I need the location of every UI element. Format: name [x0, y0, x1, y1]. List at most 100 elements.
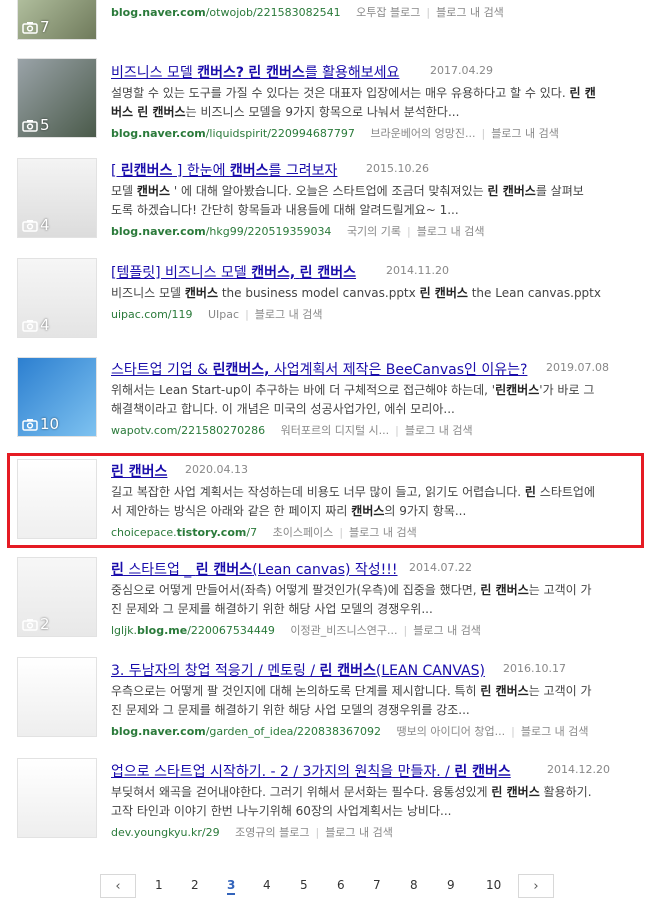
blog-name-link[interactable]: 워터포르의 디지털 시...	[281, 424, 390, 437]
url-fragment: /hkg99/220519359034	[205, 225, 332, 238]
result-title-link[interactable]: 3. 두남자의 창업 적응기 / 멘토링 / 린 캔버스(LEAN CANVAS…	[111, 660, 485, 680]
result-meta: blog.naver.com/hkg99/220519359034 국기의 기록…	[111, 223, 484, 239]
page-link[interactable]: 2	[191, 878, 199, 892]
result-thumbnail[interactable]: 4	[17, 158, 97, 238]
result-meta: blog.naver.com/otwojob/221583082541 오투잡 …	[111, 4, 504, 20]
separator	[271, 424, 275, 437]
blog-search-link[interactable]: 블로그 내 검색	[436, 6, 504, 19]
result-url-link[interactable]: dev.youngkyu.kr/29	[111, 826, 220, 839]
url-fragment: blog.naver.com	[111, 6, 206, 19]
snippet-fragment: 린 캔버스	[487, 184, 536, 198]
snippet-fragment: 해결책이라고 합니다. 이 개념은 미국의 성공사업가인, 에쉬 모리아...	[111, 402, 455, 416]
image-count: 4	[22, 216, 50, 234]
page-link[interactable]: 4	[263, 878, 271, 892]
page-link[interactable]: 7	[373, 878, 381, 892]
blog-name-link[interactable]: 국기의 기록	[347, 225, 401, 238]
url-fragment: /liquidspirit/220994687797	[205, 127, 355, 140]
result-date: 2014.07.22	[409, 561, 472, 574]
thumbnail-image	[18, 658, 96, 736]
result-url-link[interactable]: blog.naver.com/otwojob/221583082541	[111, 6, 341, 19]
result-thumbnail[interactable]: 7	[17, 0, 97, 40]
blog-name-link[interactable]: 브라운베어의 엉망진...	[370, 127, 475, 140]
result-snippet: 위해서는 Lean Start-up이 추구하는 바에 더 구체적으로 접근해야…	[111, 381, 636, 419]
blog-name-link[interactable]: 오투잡 블로그	[356, 6, 420, 19]
title-fragment: 를 그려보자	[268, 163, 338, 179]
snippet-fragment: 는 고객이 가	[528, 583, 592, 597]
snippet-line: 해결책이라고 합니다. 이 개념은 미국의 성공사업가인, 에쉬 모리아...	[111, 400, 636, 419]
result-title-link[interactable]: 비즈니스 모델 캔버스? 린 캔버스를 활용해보세요	[111, 62, 399, 82]
result-date: 2015.10.26	[366, 162, 429, 175]
blog-name-link[interactable]: 땡보의 아이디어 창업...	[397, 725, 506, 738]
blog-search-link[interactable]: 블로그 내 검색	[413, 624, 481, 637]
result-snippet: 비즈니스 모델 캔버스 the business model canvas.pp…	[111, 284, 636, 303]
result-snippet: 중심으로 어떻게 만들어서(좌측) 어떻게 팔것인가(우측)에 집중을 했다면,…	[111, 581, 636, 619]
page-link[interactable]: 8	[410, 878, 418, 892]
blog-name-link[interactable]: 이정관_비즈니스연구...	[290, 624, 397, 637]
snippet-fragment: 린캔버스	[495, 383, 540, 397]
result-url-link[interactable]: blog.naver.com/garden_of_idea/2208383670…	[111, 725, 381, 738]
result-url-link[interactable]: uipac.com/119	[111, 308, 193, 321]
page-link[interactable]: 9	[447, 878, 455, 892]
separator	[347, 6, 351, 19]
snippet-fragment: '가 바로 그	[539, 383, 595, 397]
result-url-link[interactable]: blog.naver.com/liquidspirit/220994687797	[111, 127, 355, 140]
snippet-line: 버스 린 캔버스는 비즈니스 모델을 9가지 항목으로 나눠서 분석한다...	[111, 103, 636, 122]
page-link[interactable]: 10	[486, 878, 501, 892]
result-title-link[interactable]: 업으로 스타트업 시작하기. - 2 / 3가지의 원칙을 만들자. / 린 캔…	[111, 761, 511, 781]
result-snippet: 면 기획 걱정 하지 않으셔도 됩니다. 완벽한 기획서로 IT프로젝트 성공적…	[111, 0, 636, 1]
result-thumbnail[interactable]	[17, 657, 97, 737]
snippet-line: 중심으로 어떻게 만들어서(좌측) 어떻게 팔것인가(우측)에 집중을 했다면,…	[111, 581, 636, 600]
separator: |	[407, 225, 411, 238]
title-fragment: 캔버스	[229, 163, 269, 179]
separator: |	[426, 6, 431, 19]
blog-search-link[interactable]: 블로그 내 검색	[491, 127, 559, 140]
page-link[interactable]: 5	[300, 878, 308, 892]
snippet-line: 부딪혀서 왜곡을 걷어내야한다. 그러기 위해서 문서화는 필수다. 융통성있게…	[111, 783, 636, 802]
blog-name-link[interactable]: 조영규의 블로그	[235, 826, 309, 839]
result-title-link[interactable]: [템플릿] 비즈니스 모델 캔버스, 린 캔버스	[111, 262, 356, 282]
title-fragment: ] 한눈에	[172, 163, 230, 179]
title-fragment: 린 캔버스	[195, 562, 253, 578]
separator	[361, 127, 365, 140]
page-link[interactable]: 1	[155, 878, 163, 892]
chevron-right-icon: ›	[533, 878, 539, 894]
pagination: ‹ 1 2 3 4 5 6 7 8 9 10 ›	[0, 874, 645, 900]
result-thumbnail[interactable]: 5	[17, 58, 97, 138]
snippet-fragment: 위해서는 Lean Start-up이 추구하는 바에 더 구체적으로 접근해야…	[111, 383, 496, 397]
snippet-fragment: 린 캔	[569, 86, 596, 100]
url-fragment: dev.youngkyu.kr/29	[111, 826, 220, 839]
blog-name-link[interactable]: UIpac	[208, 308, 239, 321]
title-fragment: 린 캔버스	[248, 65, 305, 81]
separator: |	[511, 725, 515, 738]
snippet-fragment: 진 문제와 그 문제를 해결하기 위한 해당 사업 모델의 경쟁우위를 강조..…	[111, 703, 470, 717]
result-title-link[interactable]: [ 린캔버스 ] 한눈에 캔버스를 그려보자	[111, 160, 337, 180]
blog-search-link[interactable]: 블로그 내 검색	[325, 826, 393, 839]
blog-search-link[interactable]: 블로그 내 검색	[417, 225, 485, 238]
prev-page-button[interactable]: ‹	[100, 874, 136, 898]
result-url-link[interactable]: wapotv.com/221580270286	[111, 424, 265, 437]
result-url-link[interactable]: blog.naver.com/hkg99/220519359034	[111, 225, 331, 238]
result-thumbnail[interactable]: 2	[17, 557, 97, 637]
result-title-link[interactable]: 스타트업 기업 & 린캔버스, 사업계획서 제작은 BeeCanvas인 이유는…	[111, 359, 527, 379]
result-url-link[interactable]: lgljk.blog.me/220067534449	[111, 624, 275, 637]
result-date: 2017.04.29	[430, 64, 493, 77]
blog-search-link[interactable]: 블로그 내 검색	[521, 725, 589, 738]
separator	[226, 826, 230, 839]
result-thumbnail[interactable]	[17, 758, 97, 838]
image-count-value: 2	[40, 615, 50, 633]
page-link[interactable]: 6	[337, 878, 345, 892]
current-page[interactable]: 3	[227, 878, 236, 895]
result-thumbnail[interactable]: 4	[17, 258, 97, 338]
result-date: 2019.07.08	[546, 361, 609, 374]
separator: |	[481, 127, 486, 140]
blog-search-link[interactable]: 블로그 내 검색	[255, 308, 323, 321]
snippet-fragment: 활용하기.	[539, 785, 592, 799]
title-fragment: (Lean canvas) 작성!!!	[252, 562, 398, 578]
result-thumbnail[interactable]: 10	[17, 357, 97, 437]
next-page-button[interactable]: ›	[518, 874, 554, 898]
snippet-line: 고작 타인과 이야기 한번 나누기위해 60장의 사업계획서는 낭비다...	[111, 802, 636, 821]
result-meta: blog.naver.com/liquidspirit/220994687797…	[111, 125, 559, 141]
blog-search-link[interactable]: 블로그 내 검색	[405, 424, 473, 437]
result-date: 2016.10.17	[503, 662, 566, 675]
result-title-link[interactable]: 린 스타트업 _ 린 캔버스(Lean canvas) 작성!!!	[111, 559, 398, 579]
